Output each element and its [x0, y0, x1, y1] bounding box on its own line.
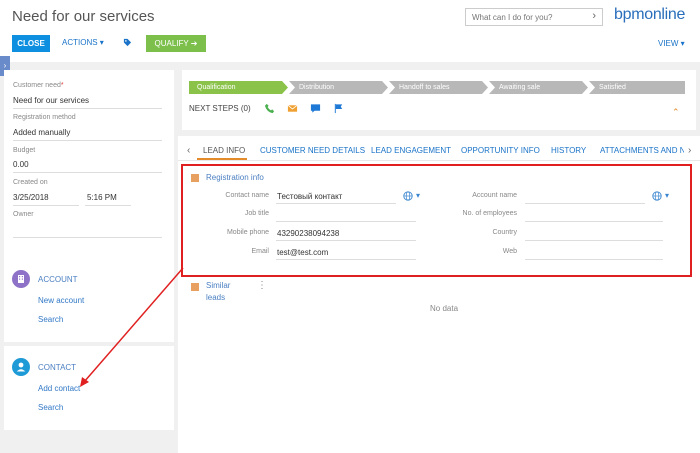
view-button[interactable]: VIEW ▾ — [658, 39, 685, 48]
globe-lookup-icon[interactable] — [652, 191, 662, 201]
tab-customer-need-details[interactable]: CUSTOMER NEED DETAILS — [260, 146, 365, 155]
group-collapse-icon[interactable] — [191, 174, 199, 182]
command-search[interactable]: › — [465, 8, 603, 26]
divider — [13, 140, 162, 141]
new-account-link[interactable]: New account — [38, 296, 84, 305]
group-collapse-icon[interactable] — [191, 283, 199, 291]
tabs-next-icon[interactable]: › — [688, 145, 691, 156]
country-label: Country — [492, 229, 517, 236]
email-label: Email — [251, 248, 269, 255]
chevron-right-icon[interactable]: › — [592, 10, 596, 22]
web-label: Web — [502, 248, 517, 255]
field-underline — [525, 240, 663, 241]
tab-lead-info[interactable]: LEAD INFO — [203, 146, 245, 155]
account-title: ACCOUNT — [38, 275, 78, 284]
account-icon — [12, 270, 30, 288]
customer-need-value[interactable]: Need for our services — [13, 96, 89, 105]
created-on-time[interactable]: 5:16 PM — [87, 193, 117, 202]
field-underline — [276, 221, 416, 222]
registration-method-value[interactable]: Added manually — [13, 128, 70, 137]
job-title-label: Job title — [244, 210, 269, 217]
field-underline — [276, 203, 396, 204]
command-search-input[interactable] — [466, 9, 578, 25]
owner-label: Owner — [13, 211, 34, 218]
chat-icon[interactable] — [310, 103, 321, 114]
tab-opportunity-info[interactable]: OPPORTUNITY INFO — [461, 146, 540, 155]
globe-lookup-icon[interactable] — [403, 191, 413, 201]
created-on-date[interactable]: 3/25/2018 — [13, 193, 49, 202]
tag-icon[interactable] — [123, 38, 132, 47]
email-value[interactable]: test@test.com — [277, 248, 328, 257]
tab-history[interactable]: HISTORY — [551, 146, 586, 155]
flag-icon[interactable] — [333, 103, 344, 114]
budget-label: Budget — [13, 147, 36, 154]
stage-awaiting-sale[interactable]: Awaiting sale — [491, 81, 588, 94]
next-steps-label: NEXT STEPS (0) — [189, 104, 251, 113]
registration-info-title[interactable]: Registration info — [206, 173, 264, 182]
contact-search-link[interactable]: Search — [38, 403, 63, 412]
stage-qualification[interactable]: Qualification — [189, 81, 288, 94]
page-header: Need for our services › bpmonline CLOSE … — [0, 0, 700, 62]
lookup-dropdown-icon[interactable]: ▾ — [665, 191, 669, 200]
divider — [13, 172, 162, 173]
tabs-prev-icon[interactable]: ‹ — [187, 145, 190, 156]
more-menu-icon[interactable]: ⋮ — [257, 280, 267, 291]
divider — [13, 205, 79, 206]
close-button[interactable]: CLOSE — [12, 35, 50, 52]
field-underline — [276, 240, 416, 241]
mobile-phone-value[interactable]: 43290238094238 — [277, 229, 339, 238]
stage-panel — [182, 70, 696, 130]
field-underline — [525, 259, 663, 260]
created-on-label: Created on — [13, 179, 48, 186]
divider — [13, 237, 162, 238]
contact-title: CONTACT — [38, 363, 77, 372]
similar-leads-title-line2[interactable]: leads — [206, 293, 225, 302]
tabs-divider — [178, 160, 700, 161]
actions-button[interactable]: ACTIONS ▾ — [62, 38, 104, 47]
stage-handoff-to-sales[interactable]: Handoff to sales — [391, 81, 488, 94]
contact-icon — [12, 358, 30, 376]
divider — [13, 108, 162, 109]
registration-method-label: Registration method — [13, 114, 76, 121]
customer-need-label: Customer need* — [13, 82, 64, 89]
collapse-chevron-icon[interactable]: ⌃ — [672, 107, 680, 118]
employees-label: No. of employees — [462, 210, 517, 217]
lookup-dropdown-icon[interactable]: ▾ — [416, 191, 420, 200]
empty-state-text: No data — [430, 304, 459, 313]
similar-leads-title-line1[interactable]: Similar — [206, 281, 230, 290]
phone-icon[interactable] — [264, 103, 275, 114]
contact-name-value[interactable]: Тестовый контакт — [277, 192, 342, 201]
account-name-label: Account name — [472, 192, 517, 199]
field-underline — [525, 221, 663, 222]
stage-bar: Qualification Distribution Handoff to sa… — [189, 81, 685, 94]
tab-lead-engagement[interactable]: LEAD ENGAGEMENT — [371, 146, 451, 155]
mobile-phone-label: Mobile phone — [226, 229, 269, 236]
email-icon[interactable] — [287, 103, 298, 114]
tab-attachments-and-notes[interactable]: ATTACHMENTS AND N — [600, 146, 684, 155]
contact-name-label: Contact name — [225, 192, 269, 199]
field-underline — [276, 259, 416, 260]
stage-distribution[interactable]: Distribution — [291, 81, 388, 94]
field-underline — [525, 203, 645, 204]
account-search-link[interactable]: Search — [38, 315, 63, 324]
divider — [85, 205, 131, 206]
add-contact-link[interactable]: Add contact — [38, 384, 80, 393]
qualify-button[interactable]: QUALIFY ➔ — [146, 35, 206, 52]
page-title: Need for our services — [12, 8, 155, 25]
logo: bpmonline — [614, 6, 686, 23]
budget-value[interactable]: 0.00 — [13, 160, 29, 169]
stage-satisfied[interactable]: Satisfied — [591, 81, 685, 94]
